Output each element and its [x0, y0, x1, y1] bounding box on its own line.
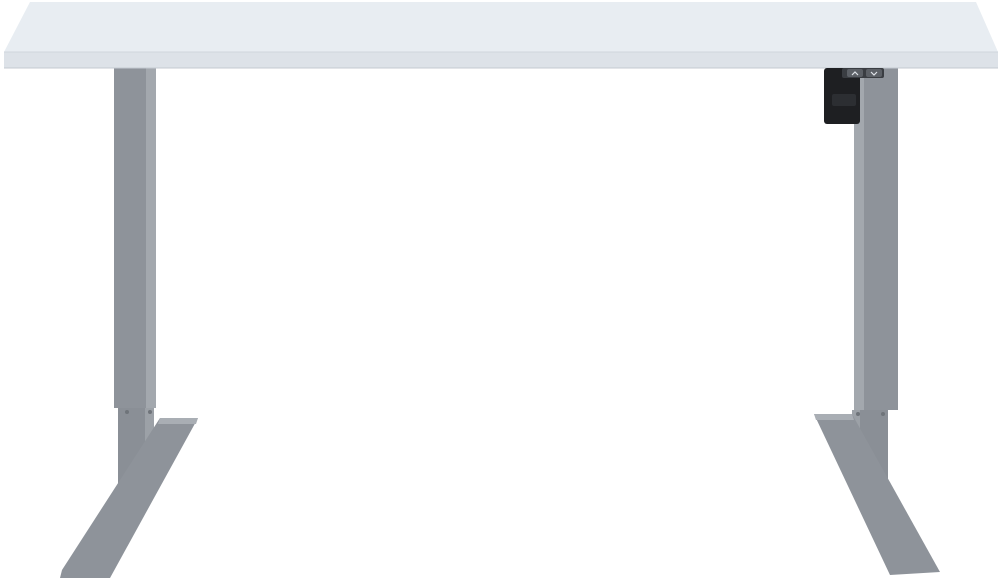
- right-leg-screw-2: [881, 412, 885, 416]
- standing-desk-illustration: [4, 2, 998, 578]
- desktop-front-edge: [4, 52, 998, 68]
- down-button[interactable]: [866, 69, 882, 77]
- up-button-face: [847, 69, 863, 77]
- desktop-top-surface: [4, 2, 998, 52]
- left-leg-screw-2: [148, 410, 152, 414]
- desktop: [4, 2, 998, 69]
- left-leg-screw-1: [125, 410, 129, 414]
- control-box-connector: [832, 94, 856, 106]
- up-button[interactable]: [847, 69, 863, 77]
- left-foot-top-face: [158, 418, 198, 424]
- desk-photo-scene: [0, 0, 1000, 579]
- left-leg: [60, 68, 198, 578]
- right-foot-top-face: [814, 414, 854, 420]
- right-leg-screw-1: [856, 412, 860, 416]
- left-leg-upper-highlight: [146, 68, 156, 408]
- right-leg: [814, 68, 940, 575]
